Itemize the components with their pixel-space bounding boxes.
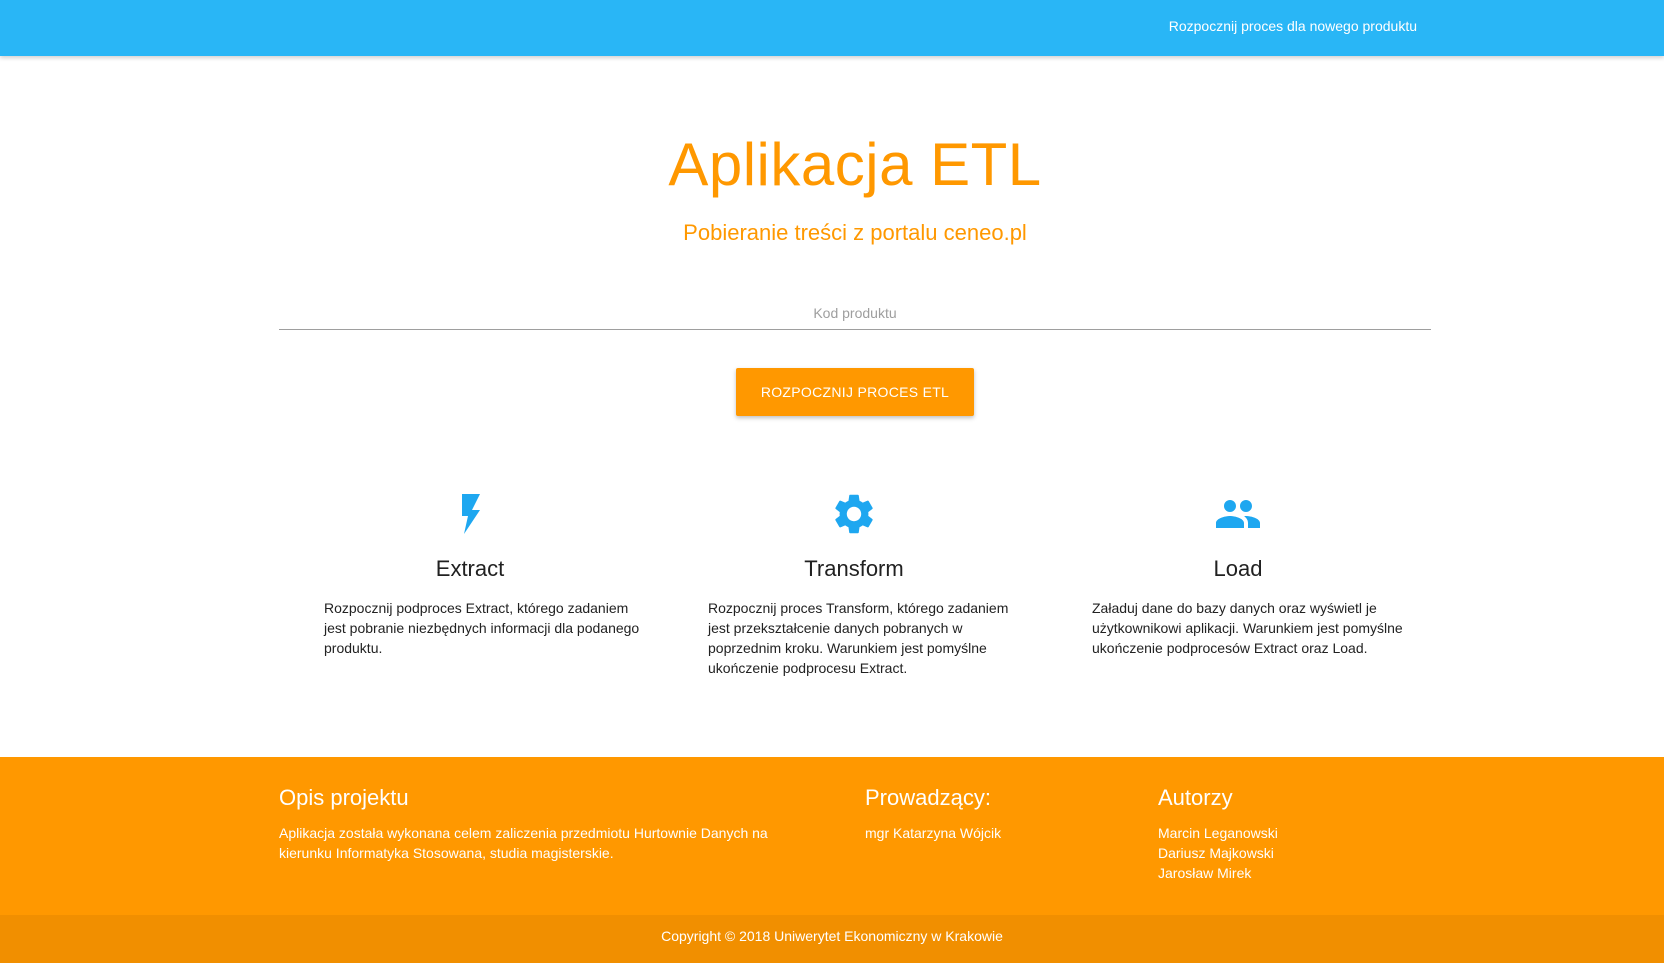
product-code-input[interactable] [279,296,1431,329]
feature-title: Load [1213,556,1263,581]
product-code-field [279,296,1431,330]
feature-title: Transform [804,556,904,581]
new-product-link[interactable]: Rozpocznij proces dla nowego produktu [1169,18,1417,34]
feature-load: Load Załaduj dane do bazy danych oraz wy… [1068,490,1408,658]
gear-icon [835,494,873,534]
authors-list: Marcin Leganowski Dariusz Majkowski Jaro… [1158,823,1278,883]
start-etl-button[interactable]: ROZPOCZNIJ PROCES ETL [736,368,974,416]
author-name: Marcin Leganowski [1158,825,1278,841]
footer: Opis projektu Aplikacja została wykonana… [0,757,1664,915]
project-description-heading: Opis projektu [279,785,409,810]
top-navbar: Rozpocznij proces dla nowego produktu [0,0,1664,56]
feature-description: Rozpocznij proces Transform, którego zad… [708,600,1009,676]
feature-description: Załaduj dane do bazy danych oraz wyświet… [1092,600,1403,656]
page-subtitle: Pobieranie treści z portalu ceneo.pl [683,220,1027,245]
supervisor-name: mgr Katarzyna Wójcik [865,825,1002,841]
page-title: Aplikacja ETL [668,131,1042,198]
authors-heading: Autorzy [1158,785,1233,810]
copyright-bar: Copyright © 2018 Uniwerytet Ekonomiczny … [0,915,1664,963]
project-description-text: Aplikacja została wykonana celem zalicze… [279,825,768,861]
people-icon [1216,500,1260,528]
feature-extract: Extract Rozpocznij podproces Extract, kt… [300,490,640,658]
supervisor-heading: Prowadzący: [865,785,991,810]
author-name: Jarosław Mirek [1158,865,1252,881]
feature-description: Rozpocznij podproces Extract, którego za… [324,600,640,656]
author-name: Dariusz Majkowski [1158,845,1274,861]
feature-transform: Transform Rozpocznij proces Transform, k… [684,490,1024,678]
feature-title: Extract [435,556,505,581]
flash-icon [462,494,480,534]
